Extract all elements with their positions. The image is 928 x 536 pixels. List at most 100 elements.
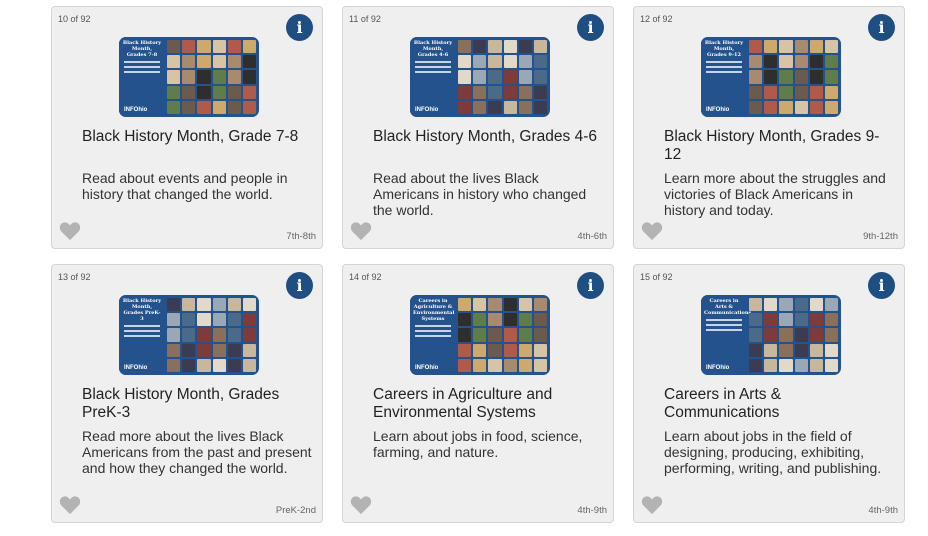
card-thumbnail[interactable]: Careers in Agriculture & Environmental S… [410,295,550,375]
thumb-tile [779,40,793,54]
heart-icon[interactable] [350,221,372,241]
thumb-tile [749,100,763,114]
thumb-tile [809,343,823,357]
card-title[interactable]: Black History Month, Grades 9-12 [664,128,894,164]
thumb-tile [182,70,196,84]
heart-icon[interactable] [59,221,81,241]
thumb-tile [764,40,778,54]
heart-icon[interactable] [641,221,663,241]
infohio-logo: INFOhio [415,107,439,113]
thumb-tile [488,328,502,342]
thumb-tile [458,313,472,327]
thumb-tile [794,328,808,342]
card-thumbnail[interactable]: Careers in Arts & Communications INFOhio [701,295,841,375]
thumb-tile [764,70,778,84]
thumb-tile [242,70,256,84]
thumb-tile [197,313,211,327]
collection-card[interactable]: 11 of 92 i Black History Month, Grades 4… [342,6,614,249]
info-icon[interactable]: i [286,14,313,41]
card-thumbnail[interactable]: Black History Month, Grades PreK-3 INFOhi… [119,295,259,375]
thumb-tile [533,328,547,342]
thumb-tile [473,298,487,312]
card-counter: 10 of 92 [58,14,91,24]
thumb-tile [749,85,763,99]
card-description: Read more about the lives Black American… [82,428,312,476]
card-counter: 12 of 92 [640,14,673,24]
thumb-tile [182,40,196,54]
thumb-tile [824,313,838,327]
info-icon[interactable]: i [577,272,604,299]
thumb-tile [488,313,502,327]
thumb-tile [458,85,472,99]
thumb-tile [779,55,793,69]
card-title[interactable]: Careers in Arts & Communications [664,386,894,422]
card-counter: 11 of 92 [349,14,381,24]
thumb-title: Black History Month, Grades 4-6 [413,40,453,58]
thumb-tile [227,85,241,99]
collection-card[interactable]: 12 of 92 i Black History Month, Grades 9… [633,6,905,249]
card-title[interactable]: Careers in Agriculture and Environmental… [373,386,603,422]
thumb-tile [518,100,532,114]
thumb-title: Careers in Arts & Communications [704,298,752,316]
thumb-tile [533,85,547,99]
thumb-tile [503,70,517,84]
thumb-tile [212,313,226,327]
thumb-tile [809,55,823,69]
info-icon[interactable]: i [868,14,895,41]
thumb-tile [518,313,532,327]
thumb-tiles [749,298,838,372]
card-thumbnail[interactable]: Black History Month, Grades 4-6 INFOhio [410,37,550,117]
card-title[interactable]: Black History Month, Grades 4-6 [373,128,603,146]
thumb-tile [764,358,778,372]
thumb-tile [764,343,778,357]
collection-card[interactable]: 14 of 92 i Careers in Agriculture & Envi… [342,264,614,523]
heart-icon[interactable] [350,495,372,515]
thumb-tile [182,313,196,327]
thumb-tile [242,40,256,54]
info-icon[interactable]: i [868,272,895,299]
info-icon[interactable]: i [286,272,313,299]
collection-card[interactable]: 10 of 92 i Black History Month, Grades 7… [51,6,323,249]
thumb-tiles [749,40,838,114]
thumb-tile [242,328,256,342]
thumb-title: Black History Month, Grades PreK-3 [122,298,162,322]
thumb-tile [749,40,763,54]
thumb-tile [197,100,211,114]
info-icon[interactable]: i [577,14,604,41]
thumb-tile [533,70,547,84]
thumb-tile [779,100,793,114]
card-thumbnail[interactable]: Black History Month, Grades 9-12 INFOhio [701,37,841,117]
thumb-tile [458,298,472,312]
card-counter: 13 of 92 [58,272,91,282]
thumb-tile [227,70,241,84]
thumb-tile [518,40,532,54]
thumb-tile [809,100,823,114]
thumb-tile [749,313,763,327]
heart-icon[interactable] [641,495,663,515]
thumb-tile [824,358,838,372]
infohio-logo: INFOhio [706,107,730,113]
thumb-tile [227,40,241,54]
thumb-tile [518,55,532,69]
thumb-tile [167,343,181,357]
card-title[interactable]: Black History Month, Grade 7-8 [82,128,312,146]
thumb-tile [488,100,502,114]
thumb-tile [503,358,517,372]
thumb-tile [488,85,502,99]
thumb-tile [518,358,532,372]
thumb-tile [473,40,487,54]
collection-card[interactable]: 13 of 92 i Black History Month, Grades P… [51,264,323,523]
collection-card[interactable]: 15 of 92 i Careers in Arts & Communicati… [633,264,905,523]
card-title[interactable]: Black History Month, Grades PreK-3 [82,386,312,422]
thumb-tile [227,358,241,372]
thumb-tile [167,85,181,99]
heart-icon[interactable] [59,495,81,515]
thumb-tile [197,55,211,69]
card-thumbnail[interactable]: Black History Month, Grades 7-8 INFOhio [119,37,259,117]
card-counter: 14 of 92 [349,272,382,282]
thumb-tile [809,313,823,327]
collection-grid: 10 of 92 i Black History Month, Grades 7… [51,6,908,526]
thumb-tile [473,85,487,99]
thumb-tile [503,100,517,114]
thumb-tile [488,343,502,357]
